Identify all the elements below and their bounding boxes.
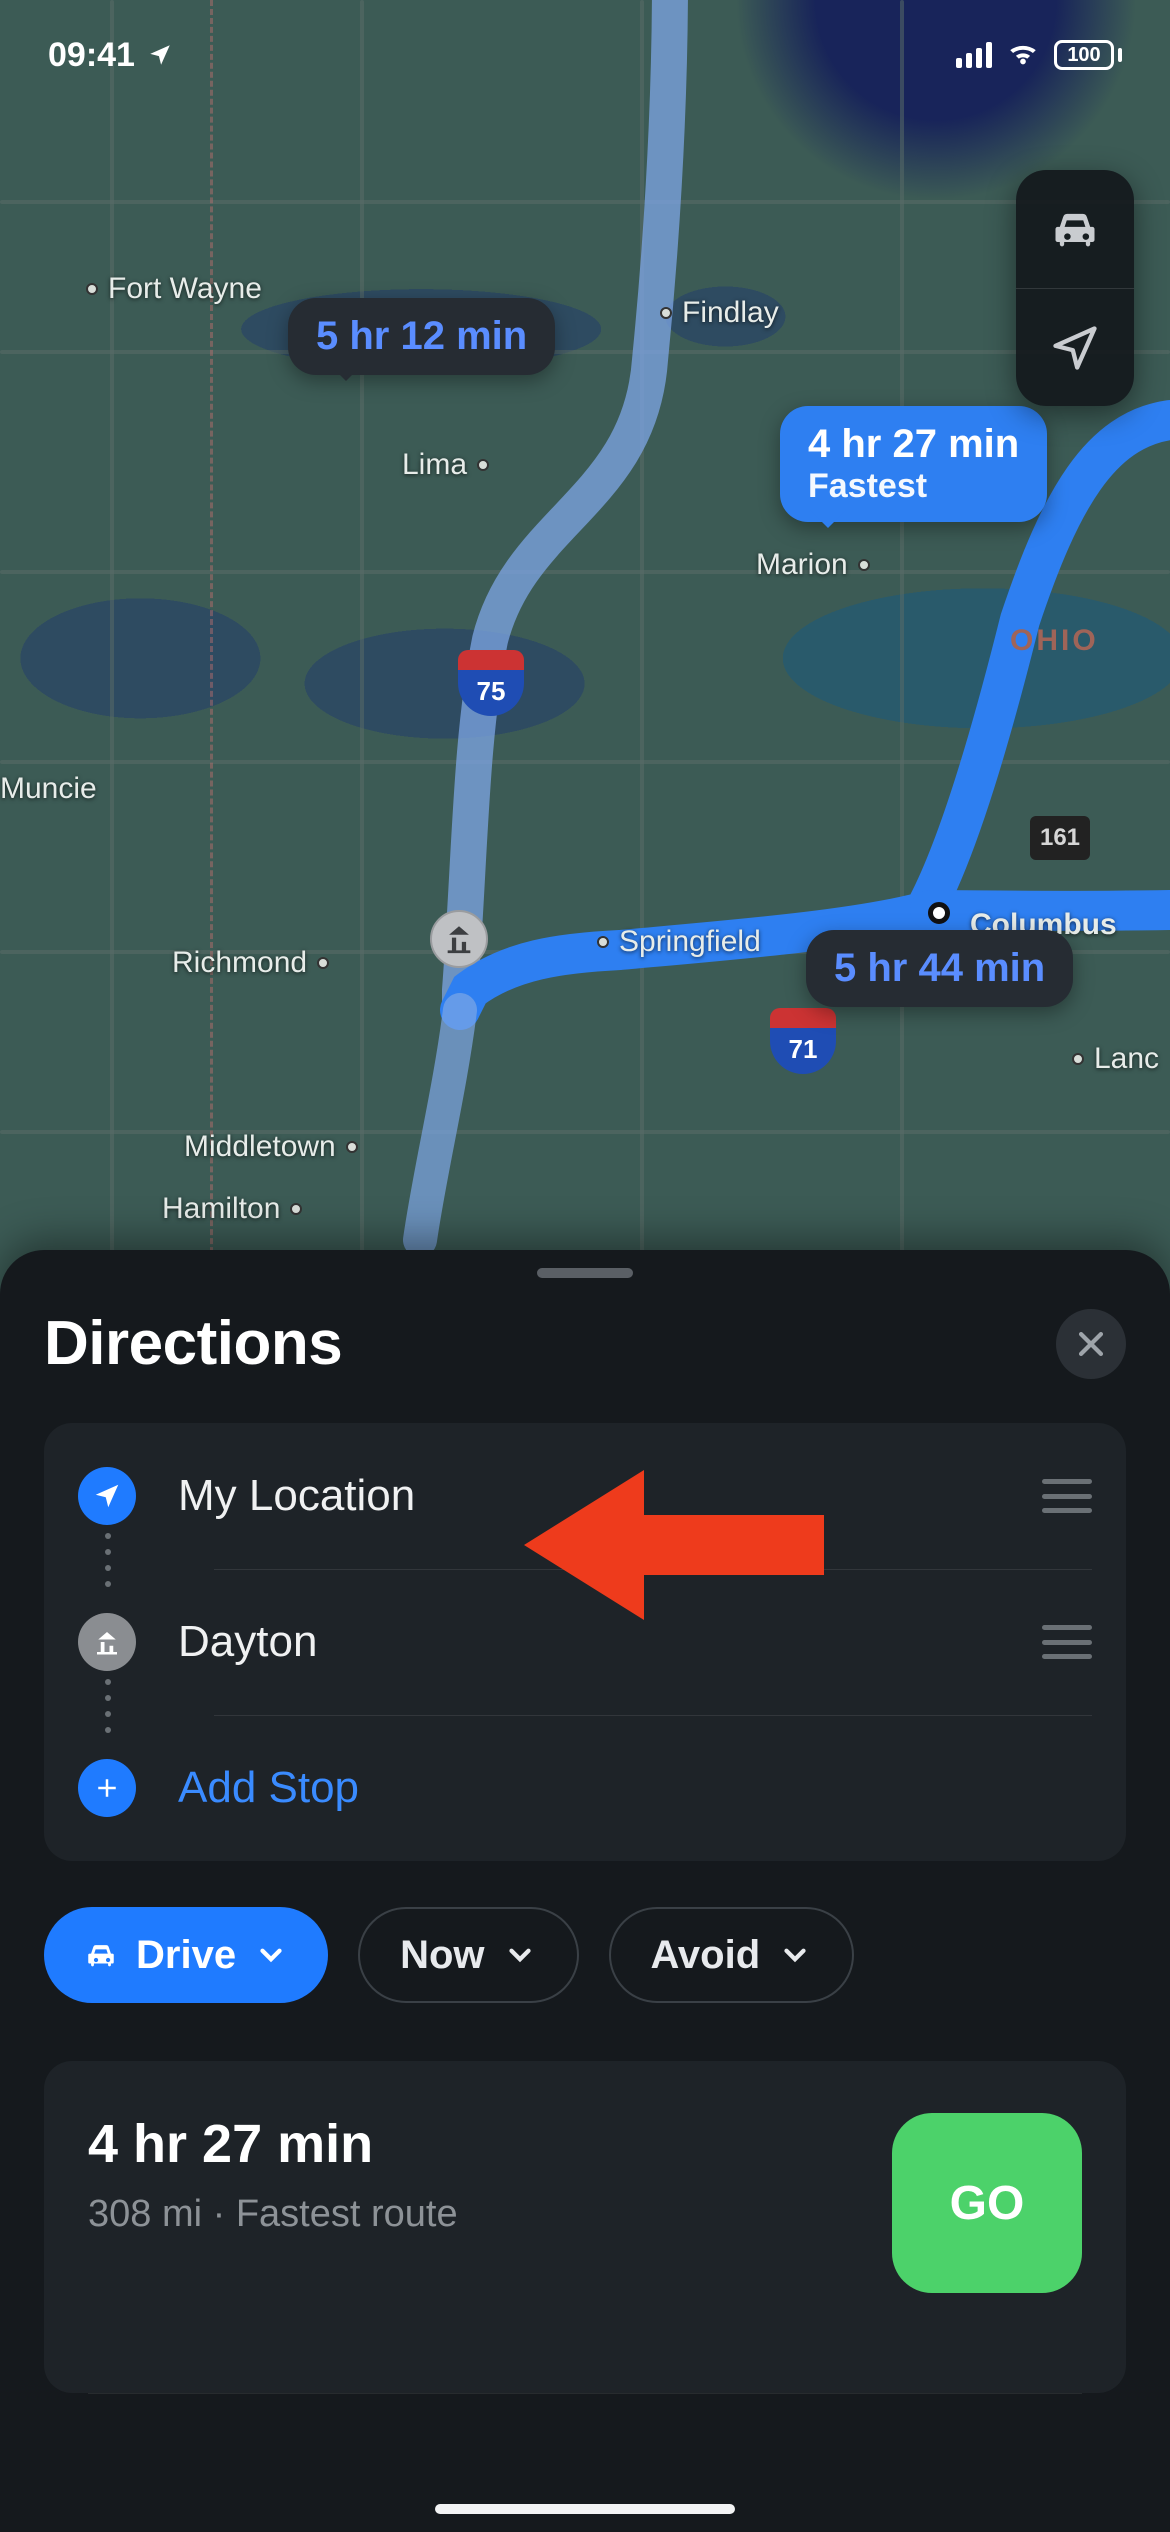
destination-icon (78, 1613, 136, 1671)
map-mode-button[interactable] (1016, 170, 1134, 288)
route-option-card[interactable]: 4 hr 27 min 308 mi · Fastest route GO (44, 2061, 1126, 2393)
sheet-title: Directions (44, 1308, 342, 1379)
add-stop-button[interactable]: Add Stop (44, 1715, 1126, 1861)
stop-label-destination: Dayton (178, 1617, 1042, 1667)
depart-time-chip[interactable]: Now (358, 1907, 578, 2003)
road (0, 1130, 1170, 1134)
chip-label: Avoid (651, 1933, 761, 1978)
close-icon (1074, 1327, 1108, 1361)
route-duration: 4 hr 27 min (88, 2113, 458, 2175)
route-callout-alt2[interactable]: 5 hr 44 min (806, 930, 1073, 1007)
stop-row-origin[interactable]: My Location (44, 1423, 1126, 1569)
transport-mode-chip[interactable]: Drive (44, 1907, 328, 2003)
car-icon (1049, 203, 1101, 255)
road (0, 570, 1170, 574)
route-callout-fastest-time: 4 hr 27 min (808, 422, 1019, 466)
stop-row-destination[interactable]: Dayton (44, 1569, 1126, 1715)
state-label-ohio: OHIO (1010, 624, 1099, 658)
location-arrow-icon (1049, 322, 1101, 374)
route-callout-fastest-label: Fastest (808, 467, 1019, 506)
my-location-icon (78, 1467, 136, 1525)
columbus-dot (928, 902, 950, 924)
city-lancaster: Lanc (1072, 1042, 1159, 1076)
chevron-down-icon (254, 1938, 288, 1972)
divider (88, 2393, 1082, 2394)
chevron-down-icon (503, 1938, 537, 1972)
cellular-icon (956, 42, 992, 68)
city-springfield: Springfield (597, 925, 761, 959)
state-border (210, 0, 213, 1280)
options-row: Drive Now Avoid (44, 1907, 1126, 2003)
road (0, 200, 1170, 204)
status-time: 09:41 (48, 36, 173, 75)
city-hamilton: Hamilton (162, 1192, 302, 1226)
reorder-handle-icon[interactable] (1042, 1479, 1092, 1513)
route-callout-alt1[interactable]: 5 hr 12 min (288, 298, 555, 375)
avoid-chip[interactable]: Avoid (609, 1907, 855, 2003)
home-indicator[interactable] (435, 2504, 735, 2514)
locate-me-button[interactable] (1016, 288, 1134, 406)
city-lima: Lima (402, 448, 489, 482)
city-middletown: Middletown (184, 1130, 358, 1164)
stop-label-origin: My Location (178, 1471, 1042, 1521)
go-button[interactable]: GO (892, 2113, 1082, 2293)
interstate-shield-75: 75 (458, 650, 524, 716)
road (0, 760, 1170, 764)
chip-label: Drive (136, 1933, 236, 1978)
location-services-icon (147, 42, 173, 68)
city-richmond: Richmond (172, 946, 329, 980)
chip-label: Now (400, 1933, 484, 1978)
city-marion: Marion (756, 548, 870, 582)
road (0, 350, 1170, 354)
add-stop-label: Add Stop (178, 1763, 1092, 1813)
route-stops-card: My Location Dayton Add Stop (44, 1423, 1126, 1861)
chevron-down-icon (778, 1938, 812, 1972)
battery-icon: 100 (1054, 40, 1122, 70)
map-controls (1016, 170, 1134, 406)
wifi-icon (1006, 36, 1040, 75)
car-icon (84, 1938, 118, 1972)
city-muncie: Muncie (0, 772, 97, 806)
sheet-grabber[interactable] (537, 1268, 633, 1278)
destination-pin-icon[interactable] (430, 910, 488, 968)
status-bar: 09:41 100 (0, 0, 1170, 110)
city-findlay: Findlay (660, 296, 779, 330)
close-button[interactable] (1056, 1309, 1126, 1379)
reorder-handle-icon[interactable] (1042, 1625, 1092, 1659)
interstate-shield-71: 71 (770, 1008, 836, 1074)
route-subtitle: 308 mi · Fastest route (88, 2193, 458, 2236)
directions-sheet[interactable]: Directions My Location Dayton (0, 1250, 1170, 2532)
plus-icon (78, 1759, 136, 1817)
route-callout-fastest[interactable]: 4 hr 27 min Fastest (780, 406, 1047, 522)
route-shield-161: 161 (1030, 816, 1090, 860)
city-fort-wayne: Fort Wayne (86, 272, 262, 306)
